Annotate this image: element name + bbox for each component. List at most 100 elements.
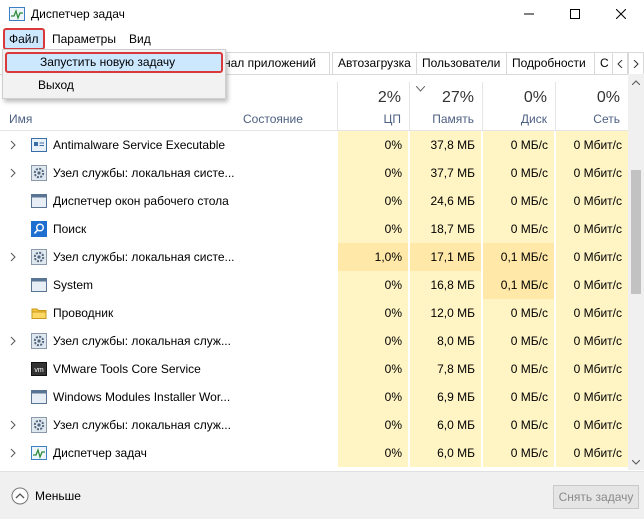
- tab-app-history[interactable]: нал приложений: [218, 52, 330, 74]
- menu-view[interactable]: Вид: [126, 28, 154, 50]
- menu-file[interactable]: Файл: [3, 28, 45, 50]
- vertical-scrollbar[interactable]: [628, 74, 644, 470]
- expand-chevron-icon[interactable]: [9, 336, 17, 346]
- tab-details[interactable]: Подробности: [506, 52, 596, 74]
- process-disk: 0 МБ/с: [483, 411, 554, 439]
- process-row[interactable]: Поиск 0% 18,7 МБ 0 МБ/с 0 Мбит/с: [0, 215, 628, 243]
- scroll-up-button[interactable]: [628, 74, 644, 90]
- process-network: 0 Мбит/с: [556, 383, 628, 411]
- process-disk: 0 МБ/с: [483, 159, 554, 187]
- process-memory: 6,0 МБ: [410, 439, 481, 467]
- tab-startup[interactable]: Автозагрузка: [332, 52, 418, 74]
- header-cpu[interactable]: 2% ЦП: [338, 82, 409, 130]
- process-cpu: 0%: [338, 271, 408, 299]
- process-network: 0 Мбит/с: [556, 299, 628, 327]
- process-row[interactable]: Узел службы: локальная систе... 1,0% 17,1 …: [0, 243, 628, 271]
- process-name: Поиск: [53, 222, 87, 236]
- menu-params[interactable]: Параметры: [49, 28, 119, 50]
- minimize-button[interactable]: [506, 0, 552, 28]
- header-disk-label: Диск: [520, 112, 547, 126]
- expand-chevron-icon[interactable]: [9, 448, 17, 458]
- title-bar[interactable]: Диспетчер задач: [0, 0, 644, 28]
- close-button[interactable]: [598, 0, 644, 28]
- file-menu-dropdown: Запустить новую задачу Выход: [2, 49, 226, 99]
- svg-text:vm: vm: [34, 367, 44, 374]
- process-disk: 0 МБ/с: [483, 299, 554, 327]
- process-name: Antimalware Service Executable: [53, 138, 226, 152]
- process-row[interactable]: Узел службы: локальная служ... 0% 6,0 МБ 0 …: [0, 411, 628, 439]
- gear-icon: [31, 333, 47, 349]
- header-network-label: Сеть: [593, 112, 620, 126]
- task-manager-icon: [31, 445, 47, 461]
- process-row[interactable]: Проводник 0% 12,0 МБ 0 МБ/с 0 Мбит/с: [0, 299, 628, 327]
- scroll-down-button[interactable]: [628, 454, 644, 470]
- process-memory: 16,8 МБ: [410, 271, 481, 299]
- process-cpu: 0%: [338, 159, 408, 187]
- chevron-up-icon: [632, 79, 640, 85]
- tab-scroll-right[interactable]: [628, 52, 644, 74]
- fewer-details-link[interactable]: Меньше: [35, 489, 81, 503]
- process-row[interactable]: Узел службы: локальная служ... 0% 8,0 МБ 0 …: [0, 327, 628, 355]
- process-memory: 18,7 МБ: [410, 215, 481, 243]
- process-cpu: 0%: [338, 355, 408, 383]
- process-network: 0 Мбит/с: [556, 159, 628, 187]
- process-row[interactable]: Узел службы: локальная систе... 0% 37,7 МБ…: [0, 159, 628, 187]
- gear-icon: [31, 417, 47, 433]
- tab-users[interactable]: Пользователи: [416, 52, 512, 74]
- process-row[interactable]: vm VMware Tools Core Service 0% 7,8 МБ 0 МБ/…: [0, 355, 628, 383]
- chevron-left-icon: [617, 59, 623, 68]
- tab-scroll-left[interactable]: [612, 52, 628, 74]
- process-name: Проводник: [53, 306, 114, 320]
- header-name[interactable]: Имя: [9, 112, 32, 126]
- process-row[interactable]: System 0% 16,8 МБ 0,1 МБ/с 0 Мбит/с: [0, 271, 628, 299]
- process-disk: 0 МБ/с: [483, 327, 554, 355]
- sort-descending-icon: [416, 86, 425, 92]
- exit-item[interactable]: Выход: [3, 74, 225, 96]
- run-new-task-item[interactable]: Запустить новую задачу: [5, 52, 223, 73]
- process-network: 0 Мбит/с: [556, 327, 628, 355]
- process-disk: 0 МБ/с: [483, 383, 554, 411]
- expand-chevron-icon[interactable]: [9, 420, 17, 430]
- expand-chevron-icon[interactable]: [9, 252, 17, 262]
- gear-icon: [31, 249, 47, 265]
- header-memory-label: Память: [432, 112, 474, 126]
- minimize-icon: [524, 13, 534, 15]
- process-network: 0 Мбит/с: [556, 411, 628, 439]
- process-row[interactable]: Windows Modules Installer Wor... 0% 6,9 МБ…: [0, 383, 628, 411]
- header-state[interactable]: Состояние: [243, 112, 303, 126]
- process-memory: 37,7 МБ: [410, 159, 481, 187]
- process-disk: 0,1 МБ/с: [483, 243, 554, 271]
- process-name: Диспетчер задач: [53, 446, 147, 460]
- header-disk[interactable]: 0% Диск: [483, 82, 555, 130]
- scrollbar-thumb[interactable]: [631, 170, 641, 294]
- process-cpu: 0%: [338, 439, 408, 467]
- window-icon: [31, 389, 47, 405]
- process-name: System: [53, 278, 94, 292]
- process-disk: 0 МБ/с: [483, 355, 554, 383]
- process-memory: 6,9 МБ: [410, 383, 481, 411]
- window-icon: [31, 277, 47, 293]
- menu-bar: Файл Параметры Вид: [0, 28, 644, 50]
- expand-chevron-icon[interactable]: [9, 168, 17, 178]
- maximize-button[interactable]: [552, 0, 598, 28]
- process-cpu: 0%: [338, 215, 408, 243]
- process-row[interactable]: Диспетчер задач 0% 6,0 МБ 0 МБ/с 0 Мбит/с: [0, 439, 628, 467]
- collapse-icon[interactable]: [11, 487, 29, 505]
- expand-chevron-icon[interactable]: [9, 140, 17, 150]
- process-memory: 7,8 МБ: [410, 355, 481, 383]
- header-memory[interactable]: 27% Память: [410, 82, 482, 130]
- maximize-icon: [570, 9, 580, 19]
- footer: Меньше Снять задачу: [0, 471, 644, 519]
- header-network[interactable]: 0% Сеть: [556, 82, 628, 130]
- header-network-pct: 0%: [596, 89, 620, 106]
- process-cpu: 0%: [338, 299, 408, 327]
- process-row[interactable]: Диспетчер окон рабочего стола 0% 24,6 МБ 0 …: [0, 187, 628, 215]
- process-memory: 17,1 МБ: [410, 243, 481, 271]
- process-network: 0 Мбит/с: [556, 439, 628, 467]
- end-task-button[interactable]: Снять задачу: [553, 485, 639, 509]
- process-memory: 37,8 МБ: [410, 131, 481, 159]
- tab-services[interactable]: С: [594, 52, 614, 74]
- gear-icon: [31, 165, 47, 181]
- process-disk: 0 МБ/с: [483, 439, 554, 467]
- process-row[interactable]: Antimalware Service Executable 0% 37,8 МБ 0…: [0, 131, 628, 159]
